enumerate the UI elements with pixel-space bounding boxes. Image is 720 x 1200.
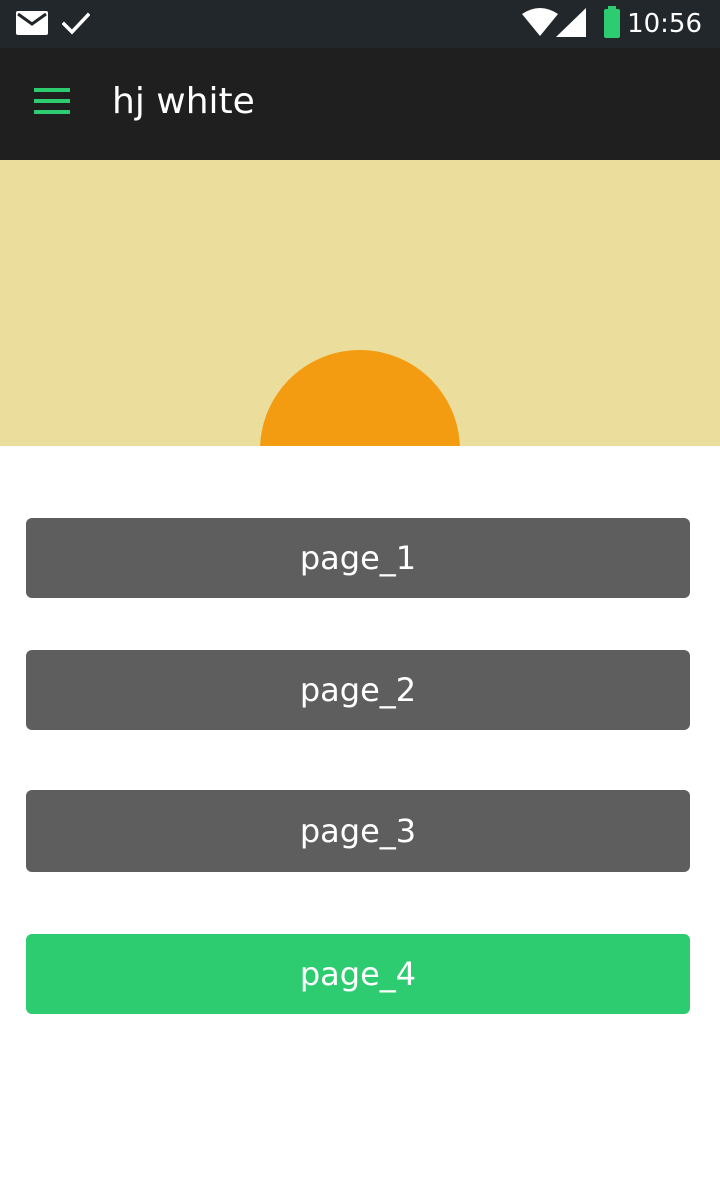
wifi-icon [522, 8, 558, 36]
status-time: 10:56 [627, 9, 702, 39]
status-bar: 10:56 [0, 0, 720, 48]
header-banner [0, 160, 720, 446]
check-icon [62, 12, 90, 35]
battery-icon [604, 6, 620, 38]
menu-button[interactable] [22, 70, 82, 130]
sun-shape [260, 350, 460, 446]
page-4-button[interactable]: page_4 [26, 934, 690, 1014]
page-1-button[interactable]: page_1 [26, 518, 690, 598]
mail-icon [16, 11, 48, 35]
signal-icon [556, 8, 586, 37]
page-2-button[interactable]: page_2 [26, 650, 690, 730]
page-title: hj white [112, 81, 255, 122]
hamburger-menu-icon [34, 88, 70, 114]
page-3-button[interactable]: page_3 [26, 790, 690, 872]
app-bar: hj white [0, 48, 720, 160]
